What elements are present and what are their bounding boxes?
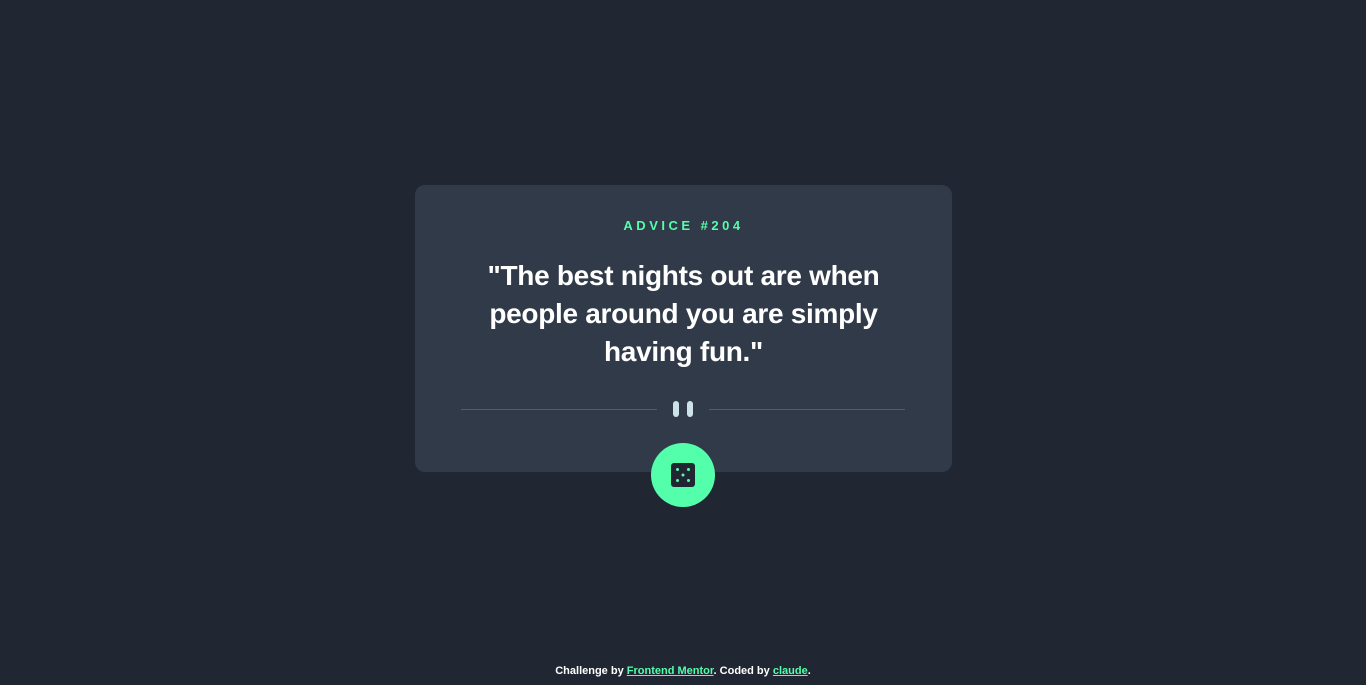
- divider-line-left: [461, 408, 657, 410]
- divider: [461, 399, 905, 419]
- advice-id-label: ADVICE #204: [623, 218, 744, 233]
- advice-card: ADVICE #204 "The best nights out are whe…: [415, 185, 952, 472]
- frontend-mentor-link[interactable]: Frontend Mentor: [627, 665, 714, 677]
- footer-prefix: Challenge by: [555, 665, 624, 677]
- pause-quote-icon: [673, 401, 693, 417]
- author-link[interactable]: claude: [773, 665, 808, 677]
- attribution-footer: Challenge by Frontend Mentor. Coded by c…: [0, 663, 1366, 679]
- dice-icon: [671, 463, 695, 487]
- footer-middle: . Coded by: [713, 665, 770, 677]
- pause-bar-right: [687, 401, 693, 417]
- generate-advice-button[interactable]: [651, 443, 715, 507]
- pause-bar-left: [673, 401, 679, 417]
- divider-line-right: [709, 408, 905, 410]
- advice-quote: "The best nights out are when people aro…: [487, 260, 880, 367]
- footer-suffix: .: [807, 665, 811, 677]
